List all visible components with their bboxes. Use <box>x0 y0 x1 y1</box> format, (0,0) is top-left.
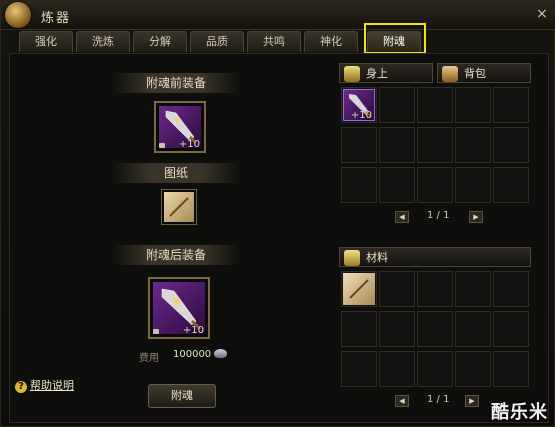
equipped-slot[interactable] <box>455 127 491 163</box>
tab-strengthen[interactable]: 强化 <box>19 31 73 52</box>
lock-icon <box>159 143 165 148</box>
tab-soul-attach[interactable]: 附魂 <box>367 31 421 52</box>
equipped-slot[interactable] <box>455 167 491 203</box>
watermark: 酷乐米 <box>491 402 548 423</box>
item-level: +10 <box>178 139 200 150</box>
material-slot[interactable] <box>341 351 377 387</box>
material-slot[interactable] <box>379 311 415 347</box>
equipped-slot[interactable] <box>341 167 377 203</box>
blueprint-scroll-icon <box>169 197 189 217</box>
material-slot[interactable] <box>379 351 415 387</box>
material-slot[interactable] <box>455 311 491 347</box>
equipped-slot[interactable] <box>493 167 529 203</box>
equipped-slot[interactable] <box>493 87 529 123</box>
material-slot[interactable] <box>493 271 529 307</box>
equipped-prev-page-button[interactable]: ◀ <box>395 211 409 223</box>
equipped-slot[interactable] <box>379 87 415 123</box>
refine-window: 炼器 × 强化 洗炼 分解 品质 共鸣 神化 附魂 附魂前装备 +10 图纸 附… <box>0 0 555 427</box>
before-equipment-slot[interactable]: +10 <box>154 101 206 153</box>
equipped-slot[interactable] <box>493 127 529 163</box>
fee-value: 100000 <box>173 349 212 360</box>
equipped-slot[interactable] <box>417 127 453 163</box>
tab-resonance[interactable]: 共鸣 <box>247 31 301 52</box>
material-slot[interactable] <box>493 311 529 347</box>
materials-page-indicator: 1 / 1 <box>427 394 450 405</box>
blueprint-scroll-icon <box>349 279 369 299</box>
equipped-slot[interactable] <box>455 87 491 123</box>
material-slot[interactable] <box>455 271 491 307</box>
materials-header: 材料 <box>339 247 531 267</box>
title-bar[interactable]: 炼器 × <box>1 1 555 30</box>
tab-bag-label: 背包 <box>464 67 486 80</box>
equipped-slot[interactable] <box>379 127 415 163</box>
soul-attach-button[interactable]: 附魂 <box>148 384 216 408</box>
armor-icon <box>344 66 360 82</box>
tab-equipped-label: 身上 <box>366 67 388 80</box>
material-slot[interactable] <box>341 311 377 347</box>
materials-prev-page-button[interactable]: ◀ <box>395 395 409 407</box>
refine-emblem-icon <box>5 2 31 28</box>
material-slot[interactable] <box>341 271 377 307</box>
materials-icon <box>344 250 360 266</box>
material-slot[interactable] <box>417 351 453 387</box>
equipped-next-page-button[interactable]: ▶ <box>469 211 483 223</box>
help-link[interactable]: ? 帮助说明 <box>15 377 74 393</box>
equipped-slot[interactable] <box>417 87 453 123</box>
equipped-page-indicator: 1 / 1 <box>427 210 450 221</box>
close-button[interactable]: × <box>534 6 550 22</box>
material-slot[interactable] <box>417 311 453 347</box>
tab-deify[interactable]: 神化 <box>304 31 358 52</box>
materials-next-page-button[interactable]: ▶ <box>465 395 479 407</box>
after-equipment-slot[interactable]: +10 <box>148 277 210 339</box>
help-text[interactable]: 帮助说明 <box>30 379 74 392</box>
item-level: +10 <box>350 110 372 121</box>
fee-label: 费用 <box>139 353 159 364</box>
window-title: 炼器 <box>41 11 72 26</box>
after-equipment-label: 附魂后装备 <box>111 245 241 265</box>
silver-ingot-icon <box>214 349 227 358</box>
blueprint-slot[interactable] <box>161 189 197 225</box>
blueprint-label: 图纸 <box>111 163 241 183</box>
material-slot[interactable] <box>493 351 529 387</box>
tab-decompose[interactable]: 分解 <box>133 31 187 52</box>
material-slot[interactable] <box>379 271 415 307</box>
equipped-slot[interactable] <box>379 167 415 203</box>
before-equipment-label: 附魂前装备 <box>111 73 241 93</box>
tab-quality[interactable]: 品质 <box>190 31 244 52</box>
material-slot[interactable] <box>417 271 453 307</box>
equipped-slot[interactable] <box>341 127 377 163</box>
help-icon: ? <box>15 381 27 393</box>
tab-wash[interactable]: 洗炼 <box>76 31 130 52</box>
equipped-slot[interactable] <box>417 167 453 203</box>
materials-label: 材料 <box>366 251 388 264</box>
item-level: +10 <box>182 325 204 336</box>
equipped-slot[interactable]: +10 <box>341 87 377 123</box>
lock-icon <box>153 329 159 334</box>
bag-icon <box>442 66 458 82</box>
tab-bag[interactable]: 背包 <box>437 63 531 83</box>
material-slot[interactable] <box>455 351 491 387</box>
tab-equipped[interactable]: 身上 <box>339 63 433 83</box>
